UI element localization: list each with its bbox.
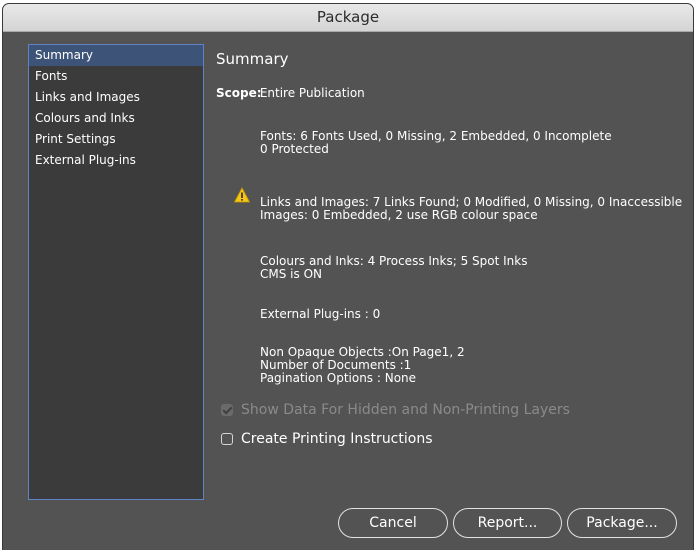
images-summary-line: Images: 0 Embedded, 2 use RGB colour spa…	[260, 208, 538, 222]
warning-triangle-icon	[234, 187, 250, 203]
other-summary: Non Opaque Objects :On Page1, 2 Number o…	[260, 346, 465, 385]
panel-title: Summary	[216, 50, 289, 68]
report-button[interactable]: Report...	[453, 508, 562, 538]
cms-status-line: CMS is ON	[260, 267, 322, 281]
sidebar-item-print-settings[interactable]: Print Settings	[29, 129, 203, 150]
links-summary: Links and Images: 7 Links Found; 0 Modif…	[260, 196, 682, 222]
sidebar-item-fonts[interactable]: Fonts	[29, 66, 203, 87]
package-dialog: Package Summary Fonts Links and Images C…	[3, 4, 693, 550]
plugins-summary: External Plug-ins : 0	[260, 308, 380, 321]
printing-instructions-label[interactable]: Create Printing Instructions	[241, 431, 433, 447]
sidebar-item-summary[interactable]: Summary	[29, 45, 203, 66]
window-title: Package	[3, 4, 693, 32]
plugins-summary-line: External Plug-ins : 0	[260, 307, 381, 321]
scope-label: Scope:	[216, 86, 262, 100]
printing-instructions-option[interactable]: Create Printing Instructions	[221, 431, 433, 447]
printing-instructions-checkbox[interactable]	[221, 433, 233, 445]
fonts-protected-line: 0 Protected	[260, 142, 329, 156]
sidebar-item-external-plug-ins[interactable]: External Plug-ins	[29, 150, 203, 171]
colours-summary: Colours and Inks: 4 Process Inks; 5 Spot…	[260, 255, 527, 281]
show-hidden-layers-option: Show Data For Hidden and Non-Printing La…	[221, 402, 570, 418]
show-hidden-layers-label: Show Data For Hidden and Non-Printing La…	[241, 402, 570, 418]
pagination-options-line: Pagination Options : None	[260, 371, 417, 385]
cancel-button[interactable]: Cancel	[338, 508, 448, 538]
scope-row: Scope: Entire Publication	[216, 86, 365, 100]
sidebar-item-links-and-images[interactable]: Links and Images	[29, 87, 203, 108]
sidebar-item-colours-and-inks[interactable]: Colours and Inks	[29, 108, 203, 129]
scope-value: Entire Publication	[259, 86, 365, 100]
package-button[interactable]: Package...	[567, 508, 677, 538]
summary-panel: Summary Scope: Entire Publication Fonts:…	[216, 44, 686, 447]
fonts-summary: Fonts: 6 Fonts Used, 0 Missing, 2 Embedd…	[260, 130, 612, 156]
category-sidebar: Summary Fonts Links and Images Colours a…	[28, 44, 204, 500]
show-hidden-layers-checkbox	[221, 404, 233, 416]
